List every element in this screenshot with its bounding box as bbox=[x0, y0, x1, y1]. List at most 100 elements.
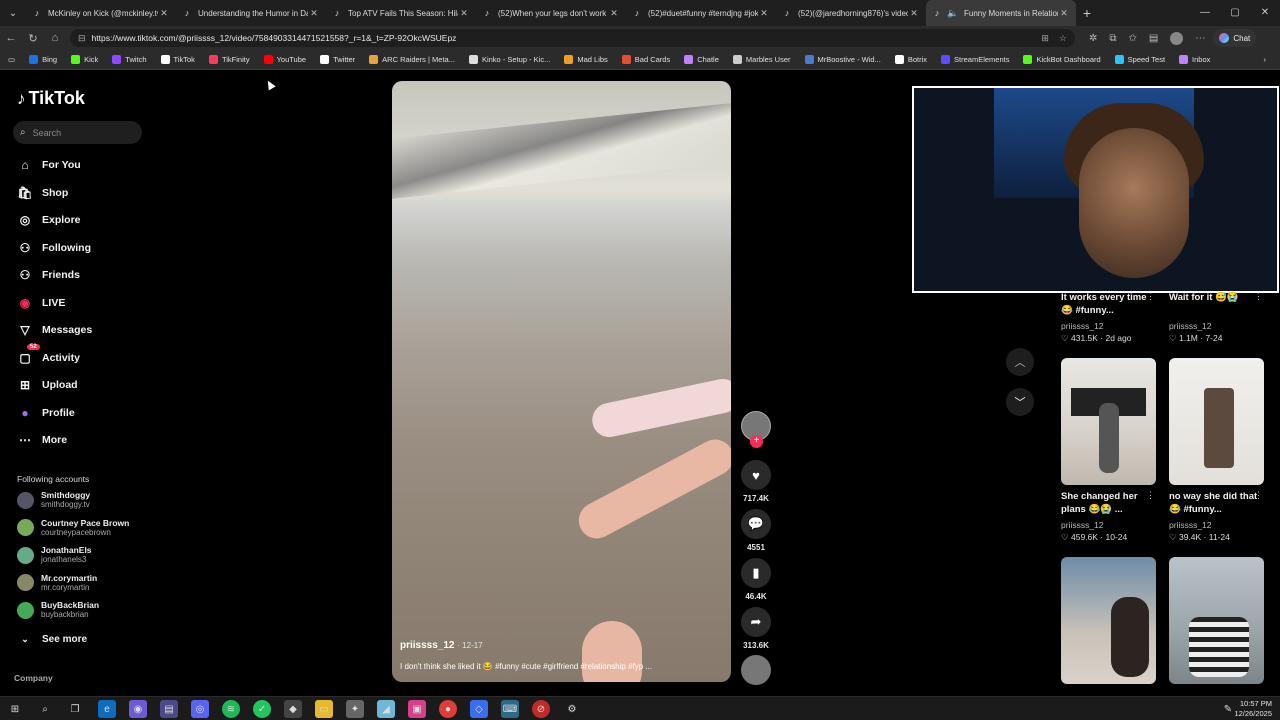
app-icon[interactable]: ◆ bbox=[284, 700, 302, 718]
comment-button[interactable]: 💬 bbox=[741, 509, 771, 539]
app-icon[interactable]: ⊘ bbox=[532, 700, 550, 718]
video-player[interactable]: priissss_12 · 12-17 I don't think she li… bbox=[392, 81, 731, 682]
site-info-icon[interactable]: ⊟ bbox=[78, 33, 86, 44]
speaker-icon[interactable]: 🔈 bbox=[947, 8, 958, 18]
tab-search-chevron-icon[interactable]: ⌄ bbox=[0, 0, 26, 26]
collections-icon[interactable]: ▤ bbox=[1149, 33, 1158, 44]
app-available-icon[interactable]: ⊞ bbox=[1041, 33, 1049, 44]
following-account[interactable]: Mr.corymartin mr.corymartin bbox=[17, 572, 97, 594]
nav-item-more[interactable]: ⋯ More bbox=[17, 431, 67, 449]
browser-tab[interactable]: ♪ (52)(@jaredhorning876)'s video of ✕ bbox=[776, 0, 926, 26]
discord-icon[interactable]: ◎ bbox=[191, 700, 209, 718]
more-options-icon[interactable]: ⋮ bbox=[1146, 291, 1155, 302]
nav-item-explore[interactable]: ◎ Explore bbox=[17, 211, 81, 229]
spotify-icon[interactable]: ≋ bbox=[222, 700, 240, 718]
bookmark-item[interactable]: Marbles User bbox=[732, 55, 791, 64]
bookmark-item[interactable]: ARC Raiders | Meta... bbox=[369, 55, 455, 64]
browser-tab[interactable]: ♪ (52)When your legs don't work lik ✕ bbox=[476, 0, 626, 26]
edge-icon[interactable]: e bbox=[98, 700, 116, 718]
more-options-icon[interactable]: ⋮ bbox=[1254, 291, 1263, 302]
search-input[interactable]: ⌕ Search bbox=[13, 121, 142, 144]
grid-video-user[interactable]: priissss_12 bbox=[1169, 520, 1212, 530]
close-icon[interactable]: ✕ bbox=[758, 8, 770, 19]
app-icon[interactable]: ✦ bbox=[346, 700, 364, 718]
file-explorer-icon[interactable]: ▭ bbox=[315, 700, 333, 718]
bookmark-item[interactable]: Botrix bbox=[894, 55, 927, 64]
save-button[interactable]: ▮ bbox=[741, 558, 771, 588]
following-account[interactable]: BuyBackBrian buybackbrian bbox=[17, 599, 99, 621]
chat-button[interactable]: Chat bbox=[1213, 29, 1257, 47]
bookmarks-overflow-icon[interactable]: › bbox=[1264, 55, 1267, 64]
more-options-icon[interactable]: ⋮ bbox=[1254, 490, 1263, 501]
bookmark-item[interactable]: TikFinity bbox=[208, 55, 250, 64]
bookmark-item[interactable]: Bing bbox=[29, 55, 57, 64]
extensions-icon[interactable]: ✲ bbox=[1089, 33, 1097, 44]
nav-item-messages[interactable]: ▽ Messages bbox=[17, 321, 92, 339]
nav-item-live[interactable]: ◉ LIVE bbox=[17, 294, 66, 312]
grid-video-user[interactable]: priissss_12 bbox=[1061, 321, 1104, 331]
bookmark-item[interactable]: Speed Test bbox=[1114, 55, 1165, 64]
video-author[interactable]: priissss_12 · 12-17 bbox=[400, 640, 483, 651]
music-disc[interactable] bbox=[741, 655, 771, 685]
app-icon[interactable]: ◇ bbox=[470, 700, 488, 718]
bookmark-item[interactable]: MrBoostive - Wid... bbox=[804, 55, 881, 64]
app-icon[interactable]: ✓ bbox=[253, 700, 271, 718]
app-icon[interactable]: ▣ bbox=[408, 700, 426, 718]
company-link[interactable]: Company bbox=[14, 673, 53, 683]
minimize-icon[interactable]: — bbox=[1190, 0, 1220, 26]
nav-item-friends[interactable]: ⚇ Friends bbox=[17, 266, 80, 284]
grid-video-title[interactable]: no way she did that 😂 #funny... bbox=[1169, 490, 1259, 516]
bookmark-item[interactable]: Chatle bbox=[684, 55, 719, 64]
taskbar-clock[interactable]: 10:57 PM 12/26/2025 bbox=[1234, 699, 1272, 719]
nav-item-profile[interactable]: ● Profile bbox=[17, 404, 74, 422]
app-icon[interactable]: ▤ bbox=[160, 700, 178, 718]
follow-plus-icon[interactable]: + bbox=[750, 435, 763, 448]
grid-video-user[interactable]: priissss_12 bbox=[1169, 321, 1212, 331]
grid-video-thumbnail[interactable] bbox=[1169, 358, 1264, 485]
bookmark-item[interactable]: StreamElements bbox=[941, 55, 1009, 64]
chat-app-icon[interactable]: ◉ bbox=[129, 700, 147, 718]
split-screen-icon[interactable]: ⧉ bbox=[1109, 33, 1116, 44]
maximize-icon[interactable]: ▢ bbox=[1220, 0, 1250, 26]
favorites-icon[interactable]: ✩ bbox=[1129, 33, 1137, 44]
browser-tab[interactable]: ♪ Understanding the Humor in Dad ✕ bbox=[176, 0, 326, 26]
tiktok-logo[interactable]: ♪ TikTok bbox=[17, 88, 85, 109]
bookmark-item[interactable]: Kinko - Setup - Kic... bbox=[468, 55, 550, 64]
following-account[interactable]: JonathanEls jonathanels3 bbox=[17, 544, 92, 566]
nav-item-shop[interactable]: 🛍 Shop bbox=[17, 184, 68, 202]
previous-video-button[interactable]: ︿ bbox=[1006, 348, 1034, 376]
browser-tab[interactable]: ♪Top ATV Fails This Season: Hilario✕ bbox=[326, 0, 476, 26]
start-icon[interactable]: ⊞ bbox=[6, 700, 24, 718]
bookmark-item[interactable]: TikTok bbox=[160, 55, 195, 64]
task-view-icon[interactable]: ❐ bbox=[66, 700, 84, 718]
like-button[interactable]: ♥ bbox=[741, 460, 771, 490]
bookmark-item[interactable]: YouTube bbox=[263, 55, 306, 64]
favorite-star-icon[interactable]: ☆ bbox=[1059, 33, 1067, 44]
bookmark-item[interactable]: Twitter bbox=[320, 55, 355, 64]
nav-item-following[interactable]: ⚇ Following bbox=[17, 239, 91, 257]
close-icon[interactable]: ✕ bbox=[308, 8, 320, 19]
new-tab-button[interactable]: + bbox=[1076, 5, 1098, 21]
settings-gear-icon[interactable]: ⚙ bbox=[563, 700, 581, 718]
grid-video-thumbnail[interactable] bbox=[1061, 557, 1156, 684]
grid-video-title[interactable]: She changed her plans 😂😭 ... bbox=[1061, 490, 1151, 516]
close-window-icon[interactable]: ✕ bbox=[1250, 0, 1280, 26]
grid-video-thumbnail[interactable] bbox=[1061, 358, 1156, 485]
close-icon[interactable]: ✕ bbox=[908, 8, 920, 19]
bookmark-item[interactable]: Inbox bbox=[1179, 55, 1210, 64]
close-icon[interactable]: ✕ bbox=[1058, 8, 1070, 19]
next-video-button[interactable]: ﹀ bbox=[1006, 388, 1034, 416]
bookmark-item[interactable]: Bad Cards bbox=[621, 55, 670, 64]
search-icon[interactable]: ⌕ bbox=[36, 700, 54, 718]
terminal-icon[interactable]: ⌨ bbox=[501, 700, 519, 718]
bookmark-item[interactable]: KickBot Dashboard bbox=[1023, 55, 1101, 64]
grid-video-thumbnail[interactable] bbox=[1169, 557, 1264, 684]
obs-icon[interactable]: ● bbox=[439, 700, 457, 718]
close-icon[interactable]: ✕ bbox=[458, 8, 470, 19]
grid-video-title[interactable]: Wait for it 😅😭 bbox=[1169, 291, 1259, 304]
avatar[interactable] bbox=[1170, 31, 1184, 45]
home-icon[interactable]: ⌂ bbox=[44, 32, 66, 44]
browser-tab[interactable]: ♪ (52)#duet#funny #terndjng #joke ✕ bbox=[626, 0, 776, 26]
browser-tab[interactable]: ♪ McKinley on Kick (@mckinley.tv) | ✕ bbox=[26, 0, 176, 26]
following-account[interactable]: Courtney Pace Brown courtneypacebrown bbox=[17, 517, 129, 539]
